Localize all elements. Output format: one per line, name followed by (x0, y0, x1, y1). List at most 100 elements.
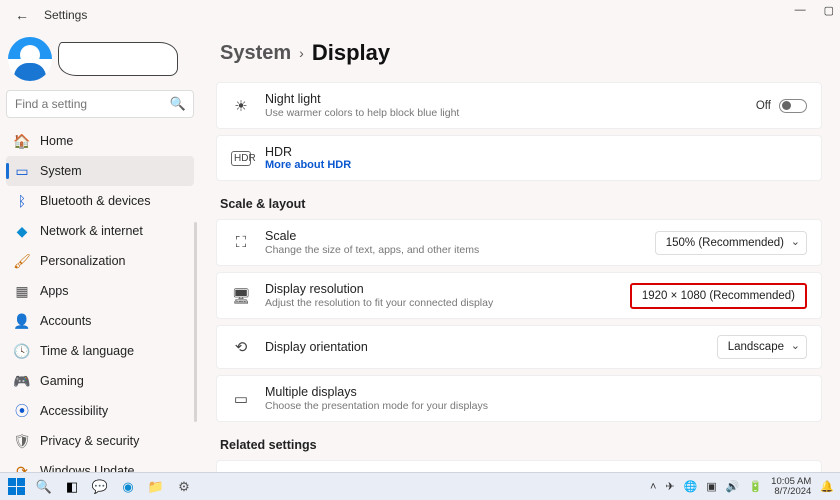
tray-app-icon[interactable]: ▣ (706, 480, 716, 493)
taskbar: 🔍 ◧ 💬 ◉ 📁 ⚙ ˄ ✈ 🌐 ▣ 🔊 🔋 10:05 AM 8/7/202… (0, 472, 840, 500)
sidebar-item-system[interactable]: ▭ System (6, 156, 194, 186)
tray-chevron-icon[interactable]: ˄ (650, 481, 656, 493)
row-title: HDR (265, 145, 807, 159)
night-light-toggle[interactable] (779, 99, 807, 113)
search-input[interactable] (6, 90, 194, 118)
sidebar-item-apps[interactable]: ▦ Apps (6, 276, 194, 306)
multiple-displays-row[interactable]: ▭ Multiple displays Choose the presentat… (216, 375, 822, 422)
bluetooth-icon: ᛒ (14, 193, 30, 209)
gaming-icon: 🎮 (14, 373, 30, 389)
clock[interactable]: 10:05 AM 8/7/2024 (771, 477, 811, 496)
user-banner (58, 42, 178, 76)
home-icon: 🏠 (14, 133, 30, 149)
sidebar-item-home[interactable]: 🏠 Home (6, 126, 194, 156)
row-sub: Use warmer colors to help block blue lig… (265, 107, 742, 119)
edge-icon[interactable]: ◉ (118, 477, 138, 497)
toggle-label: Off (756, 100, 771, 112)
task-view-icon[interactable]: ◧ (62, 477, 82, 497)
sidebar: 🔍 🏠 Home ▭ System ᛒ Bluetooth & devices ◆ Ne… (0, 30, 200, 472)
orientation-row[interactable]: ⟲ Display orientation Landscape (216, 325, 822, 369)
displays-icon: ▭ (231, 390, 251, 408)
titlebar: ← Settings — ▢ (0, 0, 840, 30)
breadcrumb: System › Display (220, 40, 822, 66)
sidebar-item-label: Network & internet (40, 224, 143, 238)
row-sub: Change the size of text, apps, and other… (265, 244, 641, 256)
monitor-icon: 🖥 (231, 287, 251, 305)
sidebar-item-bluetooth[interactable]: ᛒ Bluetooth & devices (6, 186, 194, 216)
maximize-button[interactable]: ▢ (824, 4, 834, 17)
minimize-button[interactable]: — (795, 4, 806, 17)
advanced-display-row[interactable]: ▭ Advanced display (216, 460, 822, 472)
section-header: Related settings (220, 438, 822, 452)
system-icon: ▭ (14, 163, 30, 179)
avatar[interactable] (8, 37, 52, 81)
resolution-dropdown[interactable]: 1920 × 1080 (Recommended) (630, 283, 807, 309)
orientation-dropdown[interactable]: Landscape (717, 335, 807, 359)
breadcrumb-current: Display (312, 40, 390, 66)
sidebar-item-label: Accessibility (40, 404, 108, 418)
row-title: Display resolution (265, 282, 616, 296)
sidebar-item-label: Apps (40, 284, 69, 298)
sidebar-item-label: Personalization (40, 254, 125, 268)
sidebar-item-label: System (40, 164, 82, 178)
sidebar-item-accessibility[interactable]: ⦿ Accessibility (6, 396, 194, 426)
tray-send-icon[interactable]: ✈ (665, 480, 674, 493)
resolution-row[interactable]: 🖥 Display resolution Adjust the resoluti… (216, 272, 822, 319)
sidebar-item-gaming[interactable]: 🎮 Gaming (6, 366, 194, 396)
content-pane: System › Display ☀ Night light Use warme… (200, 30, 840, 472)
sun-icon: ☀ (231, 97, 251, 115)
breadcrumb-parent[interactable]: System (220, 42, 291, 65)
brush-icon: 🖌 (14, 253, 30, 269)
person-icon: 👤 (14, 313, 30, 329)
section-header: Scale & layout (220, 197, 822, 211)
sidebar-item-label: Accounts (40, 314, 91, 328)
hdr-icon: HDR (231, 151, 251, 166)
back-button[interactable]: ← (10, 3, 34, 27)
accessibility-icon: ⦿ (14, 403, 30, 419)
scale-icon: ⛶ (231, 234, 251, 251)
scale-dropdown[interactable]: 150% (Recommended) (655, 231, 807, 255)
window-title: Settings (44, 8, 87, 22)
row-title: Night light (265, 92, 742, 106)
explorer-icon[interactable]: 📁 (146, 477, 166, 497)
start-button[interactable] (6, 477, 26, 497)
shield-icon: 🛡 (14, 433, 30, 449)
chat-icon[interactable]: 💬 (90, 477, 110, 497)
nav-list: 🏠 Home ▭ System ᛒ Bluetooth & devices ◆ Netw… (6, 126, 194, 486)
tray-volume-icon[interactable]: 🔊 (726, 480, 740, 493)
chevron-right-icon: › (299, 45, 304, 61)
row-sub: Choose the presentation mode for your di… (265, 400, 807, 412)
sidebar-item-label: Home (40, 134, 73, 148)
night-light-row[interactable]: ☀ Night light Use warmer colors to help … (216, 82, 822, 129)
hdr-row[interactable]: HDR HDR More about HDR (216, 135, 822, 181)
scale-row[interactable]: ⛶ Scale Change the size of text, apps, a… (216, 219, 822, 266)
row-sub: Adjust the resolution to fit your connec… (265, 297, 616, 309)
search-icon: 🔍 (170, 96, 186, 112)
sidebar-item-time[interactable]: 🕓 Time & language (6, 336, 194, 366)
apps-icon: ▦ (14, 283, 30, 299)
orientation-icon: ⟲ (231, 338, 251, 356)
row-title: Display orientation (265, 340, 703, 354)
wifi-icon: ◆ (14, 223, 30, 239)
sidebar-item-label: Bluetooth & devices (40, 194, 151, 208)
row-title: Scale (265, 229, 641, 243)
settings-taskbar-icon[interactable]: ⚙ (174, 477, 194, 497)
sidebar-item-personalization[interactable]: 🖌 Personalization (6, 246, 194, 276)
sidebar-item-network[interactable]: ◆ Network & internet (6, 216, 194, 246)
hdr-link[interactable]: More about HDR (265, 159, 807, 171)
sidebar-item-privacy[interactable]: 🛡 Privacy & security (6, 426, 194, 456)
scrollbar[interactable] (194, 222, 197, 422)
system-tray: ˄ ✈ 🌐 ▣ 🔊 🔋 10:05 AM 8/7/2024 🔔 (650, 477, 834, 496)
clock-icon: 🕓 (14, 343, 30, 359)
row-title: Multiple displays (265, 385, 807, 399)
tray-globe-icon[interactable]: 🌐 (684, 480, 698, 493)
sidebar-item-label: Privacy & security (40, 434, 139, 448)
notifications-icon[interactable]: 🔔 (820, 480, 834, 493)
window-controls: — ▢ (795, 4, 834, 17)
sidebar-item-label: Time & language (40, 344, 134, 358)
tray-battery-icon[interactable]: 🔋 (748, 480, 762, 493)
sidebar-item-accounts[interactable]: 👤 Accounts (6, 306, 194, 336)
tray-date: 8/7/2024 (771, 487, 811, 497)
sidebar-item-label: Gaming (40, 374, 84, 388)
search-taskbar-icon[interactable]: 🔍 (34, 477, 54, 497)
